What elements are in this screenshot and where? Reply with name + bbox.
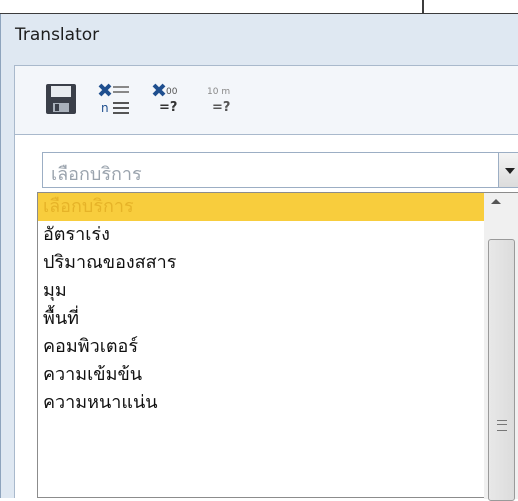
scrollbar-thumb[interactable] [488, 239, 515, 501]
save-button[interactable] [42, 79, 80, 119]
clear-list-icon: n [98, 83, 129, 115]
grip-icon [497, 420, 507, 431]
list-item[interactable]: อัตราเร่ง [38, 221, 484, 249]
list-item[interactable]: เลือกบริการ [38, 193, 484, 221]
list-item[interactable]: ปริมาณของสสาร [38, 249, 484, 277]
toolbar: n 00 =? 10 m =? [14, 65, 518, 135]
clear-values-icon: 00 =? [152, 83, 178, 115]
convert-bottom-label: =? [212, 100, 230, 115]
clear-values-bottom-label: =? [159, 100, 177, 115]
convert-icon: 10 m =? [207, 87, 230, 115]
service-select[interactable]: เลือกบริการ [42, 152, 518, 188]
list-item[interactable]: มุม [38, 277, 484, 305]
list-item[interactable]: ความเข้มข้น [38, 361, 484, 389]
window-title: Translator [15, 25, 100, 45]
clear-values-button[interactable]: 00 =? [148, 79, 186, 119]
save-icon [46, 84, 76, 114]
list-item[interactable]: คอมพิวเตอร์ [38, 333, 484, 361]
scroll-up-icon[interactable] [491, 199, 501, 204]
clear-values-top-label: 00 [166, 87, 178, 97]
convert-top-label: 10 m [207, 87, 230, 97]
chevron-down-icon[interactable] [498, 153, 518, 187]
list-item[interactable]: ความหนาแน่น [38, 389, 484, 417]
service-dropdown-list: เลือกบริการ อัตราเร่ง ปริมาณของสสาร มุม … [37, 192, 518, 501]
top-border [0, 0, 518, 14]
clear-list-button[interactable]: n [95, 79, 133, 119]
service-select-value: เลือกบริการ [51, 164, 142, 185]
convert-button[interactable]: 10 m =? [201, 79, 239, 119]
vertical-scrollbar[interactable] [484, 193, 518, 501]
list-item[interactable]: พื้นที่ [38, 305, 484, 333]
svg-text:n: n [101, 101, 109, 115]
